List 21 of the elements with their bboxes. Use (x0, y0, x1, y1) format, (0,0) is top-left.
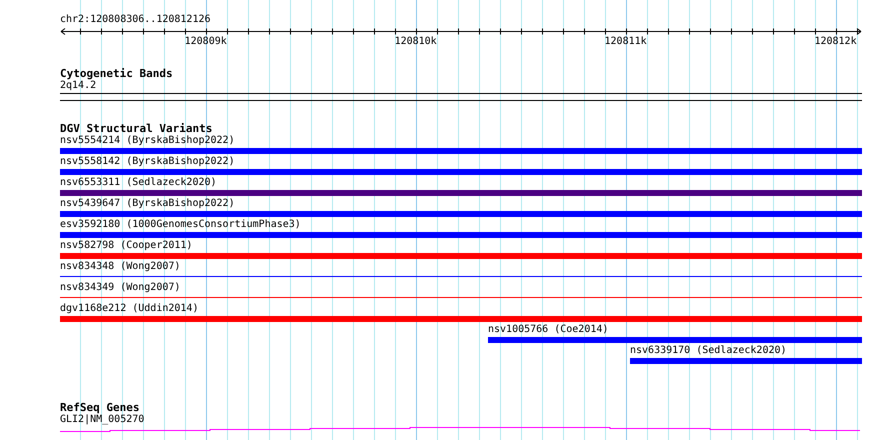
variant-label: nsv834348 (Wong2007) (60, 261, 180, 273)
band-label: 2q14.2 (60, 80, 96, 92)
location-label: chr2:120808306..120812126 (60, 14, 211, 26)
variant-label: dgv1168e212 (Uddin2014) (60, 303, 198, 315)
track-title: DGV Structural Variants (60, 123, 212, 135)
track-title: Cytogenetic Bands (60, 68, 173, 80)
tick-label: 120810k (394, 36, 437, 48)
variant-label: nsv1005766 (Coe2014) (488, 324, 608, 336)
variant-label: nsv5558142 (ByrskaBishop2022) (60, 156, 235, 168)
variant-label: nsv6553311 (Sedlazeck2020) (60, 177, 217, 189)
tick-label: 120809k (184, 36, 227, 48)
tick-label: 120812k (814, 36, 857, 48)
variant-label: nsv6339170 (Sedlazeck2020) (630, 345, 787, 357)
variant-label: nsv834349 (Wong2007) (60, 282, 180, 294)
variant-label: esv3592180 (1000GenomesConsortiumPhase3) (60, 219, 301, 231)
tick-label: 120811k (604, 36, 647, 48)
variant-label: nsv5554214 (ByrskaBishop2022) (60, 135, 235, 147)
track-title: RefSeq Genes (60, 402, 140, 414)
variant-label: nsv5439647 (ByrskaBishop2022) (60, 198, 235, 210)
variant-label: nsv582798 (Cooper2011) (60, 240, 192, 252)
gene-label: GLI2|NM_005270 (60, 414, 144, 426)
